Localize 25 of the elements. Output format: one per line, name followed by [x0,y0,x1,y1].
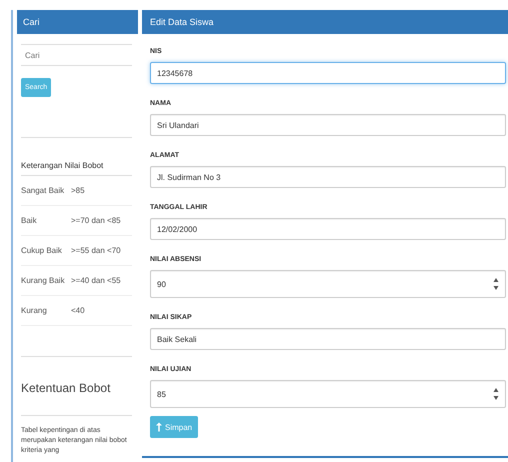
search-field[interactable]: Cari [21,44,132,66]
table-cell: >85 [71,186,85,195]
table-cell: >=70 dan <85 [71,216,121,225]
panel-title: Edit Data Siswa [150,17,214,27]
input-field[interactable]: Sri Ulandari [150,114,506,136]
table-cell-text: Cukup Baik [21,246,63,255]
number-field[interactable]: 85 [150,380,506,408]
table-cell: >=55 dan <70 [71,246,121,255]
table-cell: >=40 dan <55 [71,276,121,285]
table-cell-text: Baik [21,216,38,225]
spinner-icon[interactable] [493,277,499,291]
section-title: Ketentuan Bobot [21,381,132,416]
panel-title: Cari [23,17,40,27]
table-heading: Keterangan Nilai Bobot [21,156,132,176]
table-cell-text: Kurang Baik [21,276,66,285]
table-cell: <40 [71,306,85,315]
table-cell-text: Sangat Baik [21,186,66,195]
table-cell-text: Kurang [21,306,48,315]
spinner-icon[interactable] [493,387,499,401]
upload-icon [156,422,162,432]
input-field[interactable]: Jl. Sudirman No 3 [150,166,506,188]
input-field[interactable]: 12/02/2000 [150,218,506,240]
number-field[interactable]: 90 [150,270,506,298]
input-field[interactable]: 12345678 [150,62,506,84]
input-field[interactable]: Baik Sekali [150,328,506,350]
